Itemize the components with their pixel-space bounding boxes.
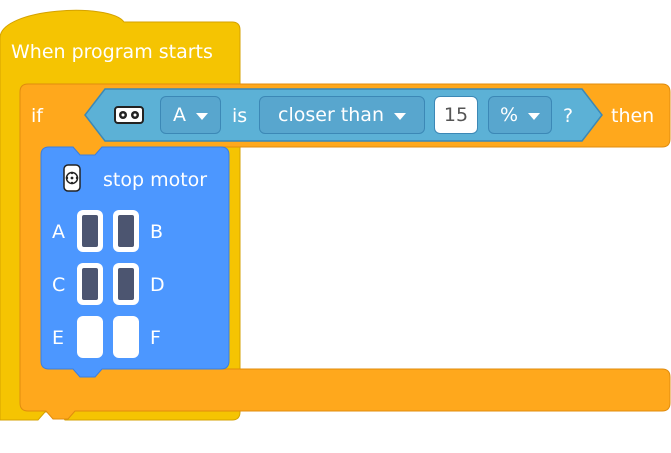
port-label-a: A [52,221,65,243]
port-label-d: D [150,274,165,296]
port-label-f: F [150,327,161,349]
motor-icon [63,164,81,192]
port-b-toggle[interactable] [113,210,139,252]
port-c-toggle[interactable] [77,263,103,305]
port-d-toggle[interactable] [113,263,139,305]
port-label-b: B [150,221,164,243]
port-label-c: C [52,274,66,296]
port-f-toggle[interactable] [113,316,139,358]
stop-motor-label: stop motor [103,169,208,191]
port-e-toggle[interactable] [77,316,103,358]
port-a-toggle[interactable] [77,210,103,252]
port-label-e: E [52,327,65,349]
